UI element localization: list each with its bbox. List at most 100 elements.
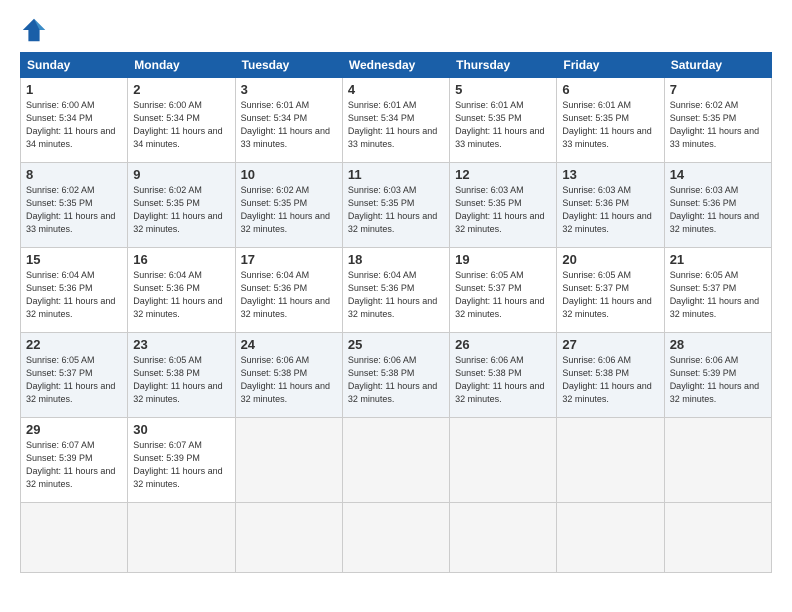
calendar-cell: 20 Sunrise: 6:05 AMSunset: 5:37 PMDaylig… bbox=[557, 248, 664, 333]
calendar-cell bbox=[557, 503, 664, 573]
calendar-cell: 13 Sunrise: 6:03 AMSunset: 5:36 PMDaylig… bbox=[557, 163, 664, 248]
calendar-week-row: 22 Sunrise: 6:05 AMSunset: 5:37 PMDaylig… bbox=[21, 333, 772, 418]
day-number: 13 bbox=[562, 167, 658, 182]
day-number: 24 bbox=[241, 337, 337, 352]
calendar-cell: 19 Sunrise: 6:05 AMSunset: 5:37 PMDaylig… bbox=[450, 248, 557, 333]
day-info: Sunrise: 6:03 AMSunset: 5:35 PMDaylight:… bbox=[455, 185, 544, 234]
day-info: Sunrise: 6:05 AMSunset: 5:37 PMDaylight:… bbox=[455, 270, 544, 319]
calendar-week-row: 29 Sunrise: 6:07 AMSunset: 5:39 PMDaylig… bbox=[21, 418, 772, 503]
day-number: 30 bbox=[133, 422, 229, 437]
calendar-cell bbox=[557, 418, 664, 503]
day-number: 15 bbox=[26, 252, 122, 267]
calendar-cell: 24 Sunrise: 6:06 AMSunset: 5:38 PMDaylig… bbox=[235, 333, 342, 418]
calendar-cell: 29 Sunrise: 6:07 AMSunset: 5:39 PMDaylig… bbox=[21, 418, 128, 503]
calendar-cell: 16 Sunrise: 6:04 AMSunset: 5:36 PMDaylig… bbox=[128, 248, 235, 333]
calendar-header: SundayMondayTuesdayWednesdayThursdayFrid… bbox=[21, 53, 772, 78]
calendar-cell: 26 Sunrise: 6:06 AMSunset: 5:38 PMDaylig… bbox=[450, 333, 557, 418]
calendar-cell: 18 Sunrise: 6:04 AMSunset: 5:36 PMDaylig… bbox=[342, 248, 449, 333]
day-info: Sunrise: 6:03 AMSunset: 5:36 PMDaylight:… bbox=[670, 185, 759, 234]
day-number: 27 bbox=[562, 337, 658, 352]
calendar-cell bbox=[450, 503, 557, 573]
day-info: Sunrise: 6:00 AMSunset: 5:34 PMDaylight:… bbox=[26, 100, 115, 149]
calendar-cell bbox=[450, 418, 557, 503]
day-number: 14 bbox=[670, 167, 766, 182]
calendar-cell bbox=[664, 503, 771, 573]
calendar-cell bbox=[342, 418, 449, 503]
day-info: Sunrise: 6:03 AMSunset: 5:35 PMDaylight:… bbox=[348, 185, 437, 234]
calendar-week-row: 15 Sunrise: 6:04 AMSunset: 5:36 PMDaylig… bbox=[21, 248, 772, 333]
calendar-body: 1 Sunrise: 6:00 AMSunset: 5:34 PMDayligh… bbox=[21, 78, 772, 573]
calendar-cell: 21 Sunrise: 6:05 AMSunset: 5:37 PMDaylig… bbox=[664, 248, 771, 333]
day-header-thursday: Thursday bbox=[450, 53, 557, 78]
day-number: 22 bbox=[26, 337, 122, 352]
day-info: Sunrise: 6:02 AMSunset: 5:35 PMDaylight:… bbox=[133, 185, 222, 234]
day-number: 6 bbox=[562, 82, 658, 97]
day-number: 10 bbox=[241, 167, 337, 182]
day-info: Sunrise: 6:01 AMSunset: 5:34 PMDaylight:… bbox=[241, 100, 330, 149]
calendar-cell: 17 Sunrise: 6:04 AMSunset: 5:36 PMDaylig… bbox=[235, 248, 342, 333]
day-info: Sunrise: 6:06 AMSunset: 5:38 PMDaylight:… bbox=[455, 355, 544, 404]
header bbox=[20, 16, 772, 44]
day-header-saturday: Saturday bbox=[664, 53, 771, 78]
calendar-cell: 5 Sunrise: 6:01 AMSunset: 5:35 PMDayligh… bbox=[450, 78, 557, 163]
page: SundayMondayTuesdayWednesdayThursdayFrid… bbox=[0, 0, 792, 612]
day-number: 16 bbox=[133, 252, 229, 267]
day-info: Sunrise: 6:01 AMSunset: 5:35 PMDaylight:… bbox=[455, 100, 544, 149]
calendar-cell bbox=[342, 503, 449, 573]
day-info: Sunrise: 6:02 AMSunset: 5:35 PMDaylight:… bbox=[26, 185, 115, 234]
calendar-cell: 7 Sunrise: 6:02 AMSunset: 5:35 PMDayligh… bbox=[664, 78, 771, 163]
day-number: 9 bbox=[133, 167, 229, 182]
day-info: Sunrise: 6:06 AMSunset: 5:38 PMDaylight:… bbox=[348, 355, 437, 404]
calendar-cell bbox=[664, 418, 771, 503]
day-info: Sunrise: 6:07 AMSunset: 5:39 PMDaylight:… bbox=[26, 440, 115, 489]
calendar-cell bbox=[21, 503, 128, 573]
day-number: 7 bbox=[670, 82, 766, 97]
day-info: Sunrise: 6:00 AMSunset: 5:34 PMDaylight:… bbox=[133, 100, 222, 149]
calendar-cell: 12 Sunrise: 6:03 AMSunset: 5:35 PMDaylig… bbox=[450, 163, 557, 248]
calendar-cell: 23 Sunrise: 6:05 AMSunset: 5:38 PMDaylig… bbox=[128, 333, 235, 418]
day-info: Sunrise: 6:07 AMSunset: 5:39 PMDaylight:… bbox=[133, 440, 222, 489]
day-info: Sunrise: 6:02 AMSunset: 5:35 PMDaylight:… bbox=[670, 100, 759, 149]
day-number: 12 bbox=[455, 167, 551, 182]
day-header-tuesday: Tuesday bbox=[235, 53, 342, 78]
day-number: 1 bbox=[26, 82, 122, 97]
calendar-cell: 3 Sunrise: 6:01 AMSunset: 5:34 PMDayligh… bbox=[235, 78, 342, 163]
calendar-cell: 15 Sunrise: 6:04 AMSunset: 5:36 PMDaylig… bbox=[21, 248, 128, 333]
calendar-cell: 10 Sunrise: 6:02 AMSunset: 5:35 PMDaylig… bbox=[235, 163, 342, 248]
calendar-cell: 27 Sunrise: 6:06 AMSunset: 5:38 PMDaylig… bbox=[557, 333, 664, 418]
day-number: 29 bbox=[26, 422, 122, 437]
calendar-cell: 30 Sunrise: 6:07 AMSunset: 5:39 PMDaylig… bbox=[128, 418, 235, 503]
day-info: Sunrise: 6:03 AMSunset: 5:36 PMDaylight:… bbox=[562, 185, 651, 234]
logo-icon bbox=[20, 16, 48, 44]
day-number: 28 bbox=[670, 337, 766, 352]
day-number: 3 bbox=[241, 82, 337, 97]
day-number: 21 bbox=[670, 252, 766, 267]
calendar-cell: 1 Sunrise: 6:00 AMSunset: 5:34 PMDayligh… bbox=[21, 78, 128, 163]
calendar-cell bbox=[128, 503, 235, 573]
day-number: 11 bbox=[348, 167, 444, 182]
calendar-cell bbox=[235, 418, 342, 503]
day-number: 19 bbox=[455, 252, 551, 267]
day-number: 20 bbox=[562, 252, 658, 267]
day-number: 23 bbox=[133, 337, 229, 352]
day-info: Sunrise: 6:06 AMSunset: 5:38 PMDaylight:… bbox=[562, 355, 651, 404]
calendar-cell: 2 Sunrise: 6:00 AMSunset: 5:34 PMDayligh… bbox=[128, 78, 235, 163]
calendar-cell: 11 Sunrise: 6:03 AMSunset: 5:35 PMDaylig… bbox=[342, 163, 449, 248]
day-info: Sunrise: 6:04 AMSunset: 5:36 PMDaylight:… bbox=[133, 270, 222, 319]
day-number: 8 bbox=[26, 167, 122, 182]
header-row: SundayMondayTuesdayWednesdayThursdayFrid… bbox=[21, 53, 772, 78]
calendar-cell: 6 Sunrise: 6:01 AMSunset: 5:35 PMDayligh… bbox=[557, 78, 664, 163]
calendar-week-row: 1 Sunrise: 6:00 AMSunset: 5:34 PMDayligh… bbox=[21, 78, 772, 163]
day-info: Sunrise: 6:04 AMSunset: 5:36 PMDaylight:… bbox=[26, 270, 115, 319]
day-info: Sunrise: 6:06 AMSunset: 5:39 PMDaylight:… bbox=[670, 355, 759, 404]
logo bbox=[20, 16, 52, 44]
day-number: 2 bbox=[133, 82, 229, 97]
day-info: Sunrise: 6:02 AMSunset: 5:35 PMDaylight:… bbox=[241, 185, 330, 234]
day-number: 4 bbox=[348, 82, 444, 97]
day-info: Sunrise: 6:04 AMSunset: 5:36 PMDaylight:… bbox=[241, 270, 330, 319]
calendar-week-row: 8 Sunrise: 6:02 AMSunset: 5:35 PMDayligh… bbox=[21, 163, 772, 248]
day-info: Sunrise: 6:05 AMSunset: 5:37 PMDaylight:… bbox=[670, 270, 759, 319]
calendar-week-row bbox=[21, 503, 772, 573]
day-info: Sunrise: 6:01 AMSunset: 5:35 PMDaylight:… bbox=[562, 100, 651, 149]
calendar-cell: 28 Sunrise: 6:06 AMSunset: 5:39 PMDaylig… bbox=[664, 333, 771, 418]
